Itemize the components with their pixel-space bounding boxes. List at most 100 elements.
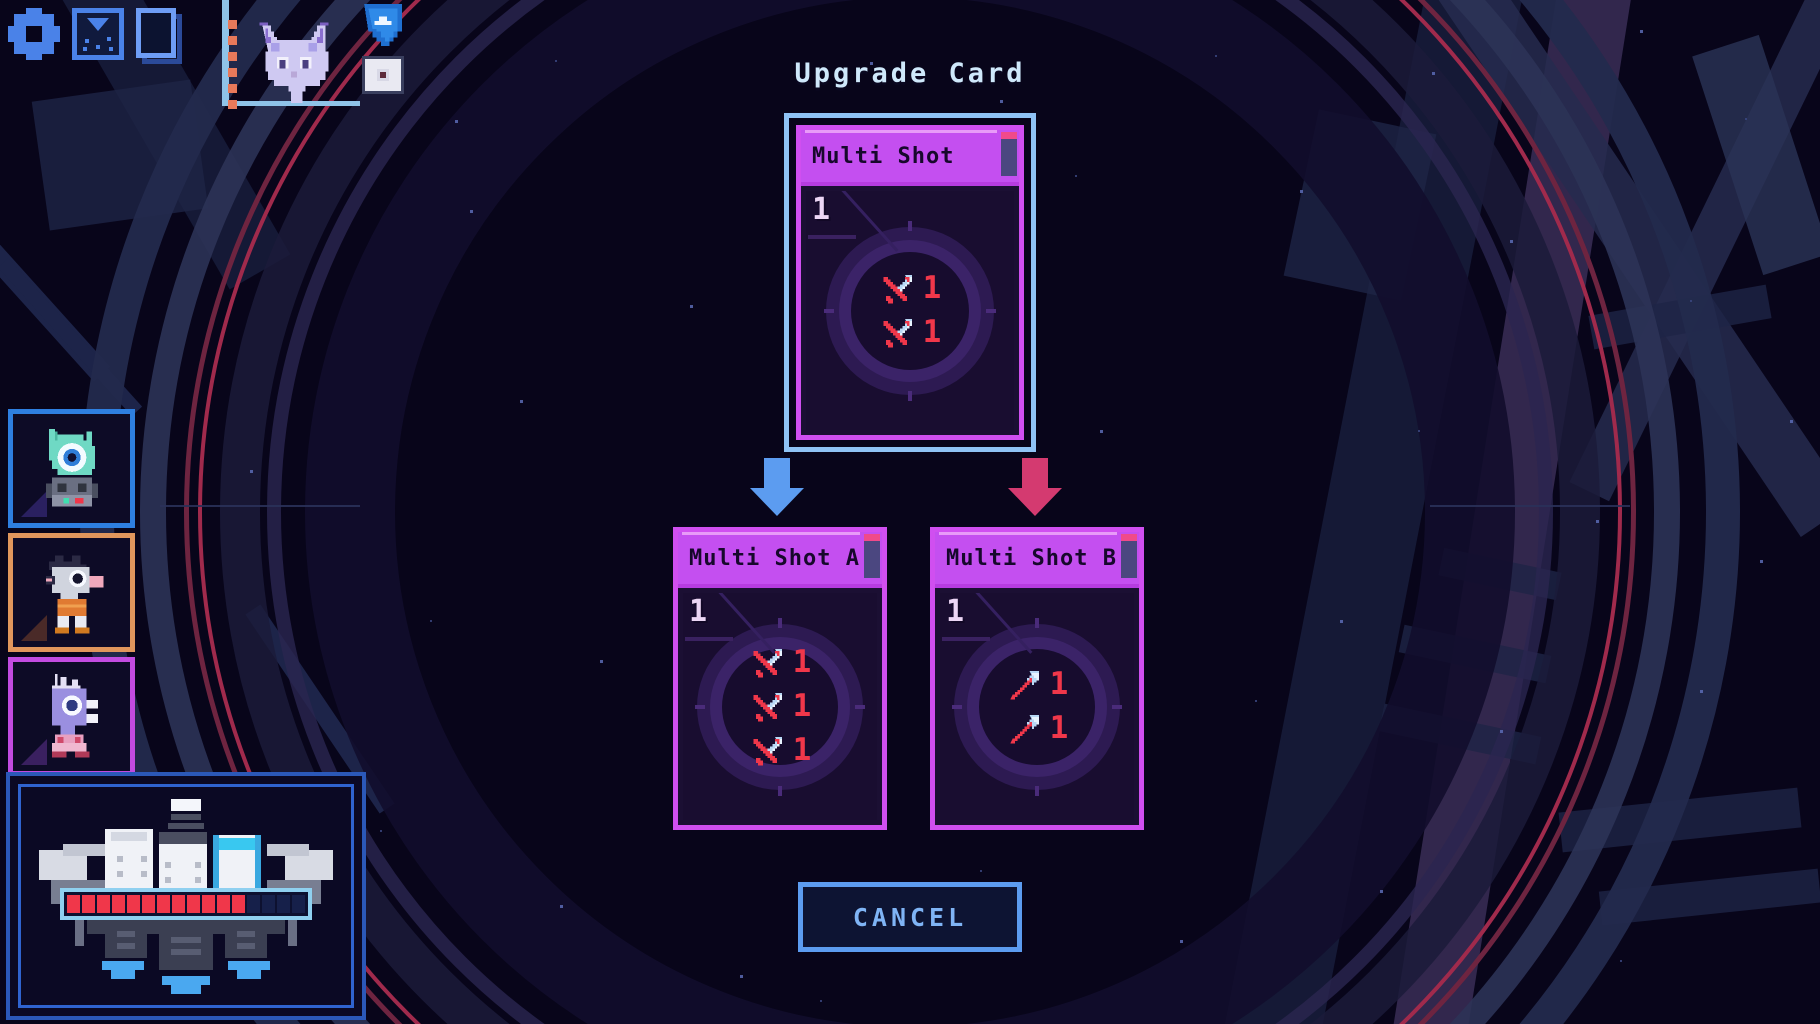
page-title: Upgrade Card [794, 58, 1026, 89]
card-stat-value: 1 [922, 270, 942, 306]
hud-button-bar [8, 8, 192, 64]
settings-gear-icon [8, 8, 60, 60]
card-title: Multi Shot [812, 143, 955, 169]
star [690, 305, 693, 308]
card-stat-row: 1 [749, 732, 812, 770]
card-stat-value: 1 [922, 314, 942, 350]
card-stat-row: 1 [879, 314, 942, 352]
star [250, 470, 253, 473]
card-stat-row: 1 [1006, 666, 1069, 704]
star [1790, 420, 1793, 423]
card-deck-icon [136, 8, 188, 64]
ship-health-cell [202, 895, 215, 913]
card-stat-list: 11 [879, 270, 942, 352]
card-stat-value: 1 [1049, 710, 1069, 746]
star [1510, 240, 1513, 243]
star [430, 620, 432, 622]
star [820, 1000, 822, 1002]
sword-icon [749, 732, 787, 770]
card-body: 1 11 [940, 593, 1134, 820]
spear-icon [1006, 710, 1044, 748]
star [1760, 560, 1763, 563]
crew-slot-possum[interactable] [8, 533, 135, 652]
card-level-badge: 1 [689, 594, 708, 629]
ship-health-cell [67, 895, 80, 913]
sword-icon [879, 314, 917, 352]
star [1745, 118, 1747, 120]
ship-health-cell [187, 895, 200, 913]
star [1100, 430, 1103, 433]
ship-health-cells [67, 895, 305, 913]
arrow-down-blue-icon [750, 458, 804, 516]
card-stat-row: 1 [749, 688, 811, 726]
card-stat-list: 1 1 1 [749, 644, 812, 770]
sword-icon [749, 644, 787, 682]
ship-health-cell [247, 895, 260, 913]
pilot-pip [228, 100, 237, 109]
sword-icon [749, 688, 787, 726]
cancel-button[interactable]: CANCEL [798, 882, 1022, 952]
ship-health-cell [82, 895, 95, 913]
ship-status-panel[interactable] [6, 772, 366, 1020]
ship-health-cell [127, 895, 140, 913]
pilot-pip [228, 36, 237, 45]
star [1690, 300, 1692, 302]
card-level-badge: 1 [946, 594, 965, 629]
ship-health-cell [142, 895, 155, 913]
card-stat-row: 1 [879, 270, 942, 308]
card-header: Multi Shot B [935, 532, 1139, 588]
crew-portrait-alien [45, 428, 98, 506]
ship-loadout-icon [72, 8, 124, 60]
star [1255, 700, 1257, 702]
ship-health-bar [60, 888, 312, 920]
star [1500, 730, 1503, 733]
card-stat-row: 1 [749, 644, 811, 682]
star [1180, 940, 1183, 943]
pilot-pip [228, 20, 237, 29]
crew-slot-alien[interactable] [8, 409, 135, 528]
crew-portrait-rhino [51, 673, 98, 757]
star [980, 870, 982, 872]
ship-health-cell [277, 895, 290, 913]
spear-icon [1006, 666, 1044, 704]
star [1300, 190, 1303, 193]
star [455, 120, 458, 123]
card-corner-fold-icon [1001, 132, 1017, 176]
game-screen: Upgrade Card Multi Shot 1 11 Multi Shot … [0, 0, 1820, 1024]
star [1596, 520, 1599, 523]
crew-list [8, 409, 135, 776]
upgrade-option-card-b[interactable]: Multi Shot B 1 11 [930, 527, 1144, 830]
card-level-badge: 1 [812, 192, 831, 227]
star [1075, 175, 1077, 177]
star [1700, 690, 1703, 693]
crew-slot-rhino[interactable] [8, 657, 135, 776]
settings-button[interactable] [8, 8, 60, 60]
star [600, 660, 603, 663]
sword-icon [879, 270, 917, 308]
ship-health-cell [232, 895, 245, 913]
card-body: 1 1 1 1 [683, 593, 877, 820]
ship-loadout-button[interactable] [72, 8, 124, 60]
card-deck-button[interactable] [136, 8, 192, 64]
card-stat-value: 1 [1049, 666, 1069, 702]
ship-health-cell [97, 895, 110, 913]
ship-health-cell [217, 895, 230, 913]
source-card[interactable]: Multi Shot 1 11 [784, 113, 1036, 452]
star [1620, 960, 1622, 962]
card-stat-value: 1 [792, 732, 812, 768]
card-header: Multi Shot A [678, 532, 882, 588]
card-stat-row: 1 [1006, 710, 1069, 748]
ship-health-cell [112, 895, 125, 913]
card-header: Multi Shot [801, 130, 1019, 186]
arrow-down-pink-icon [1008, 458, 1062, 516]
star [470, 210, 473, 213]
ship-health-cell [172, 895, 185, 913]
star [1000, 100, 1003, 103]
ship-health-cell [262, 895, 275, 913]
upgrade-option-card-a[interactable]: Multi Shot A 1 1 1 1 [673, 527, 887, 830]
ship-health-cell [292, 895, 305, 913]
star [1215, 55, 1217, 57]
ship-health-cell [157, 895, 170, 913]
star [1340, 620, 1343, 623]
card-stat-list: 11 [1006, 666, 1069, 748]
